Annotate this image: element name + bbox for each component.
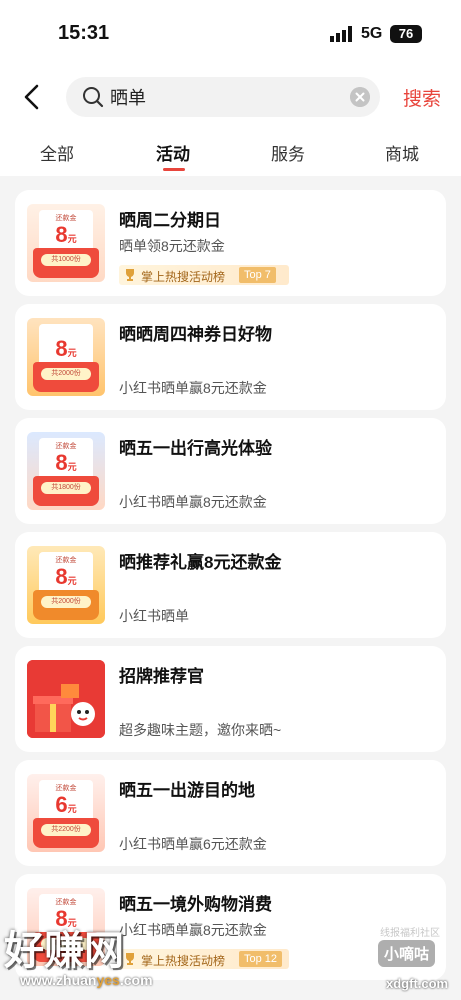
- gift-box-thumbnail: [27, 660, 105, 738]
- search-header: 搜索: [0, 66, 461, 128]
- search-box[interactable]: [66, 77, 380, 117]
- activity-thumbnail: 还款金 8元 共1000份: [27, 204, 105, 282]
- voucher-amount: 8元: [55, 222, 77, 247]
- voucher-amount: 8元: [55, 336, 77, 361]
- activity-title: 晒五一境外购物消费: [119, 895, 272, 914]
- watermark-url: www.zhuanyes.com: [20, 972, 153, 988]
- voucher-count: 共1000份: [41, 254, 91, 266]
- rank-text: 掌上热搜活动榜: [141, 270, 226, 284]
- tab-service[interactable]: 服务: [248, 140, 328, 165]
- activity-title: 晒推荐礼赢8元还款金: [119, 553, 282, 572]
- activity-title: 招牌推荐官: [119, 667, 204, 686]
- rank-badge[interactable]: 掌上热搜活动榜 Top 7: [119, 265, 289, 285]
- search-input[interactable]: [110, 77, 330, 117]
- voucher-amount: 8元: [55, 564, 77, 589]
- status-time: 15:31: [58, 22, 110, 44]
- activity-card[interactable]: 还款金 8元 共1000份 晒周二分期日 晒单领8元还款金 掌上热搜活动榜 To…: [15, 190, 446, 296]
- back-arrow-icon[interactable]: [20, 82, 46, 112]
- activity-description: 晒单领8元还款金: [119, 238, 225, 254]
- voucher-amount: 6元: [55, 792, 77, 817]
- activity-description: 超多趣味主题，邀你来晒~: [119, 722, 282, 738]
- activity-title: 晒周二分期日: [119, 211, 221, 230]
- tab-all[interactable]: 全部: [17, 140, 97, 165]
- activity-thumbnail: 还款金 8元 共2000份: [27, 546, 105, 624]
- category-tabs: 全部 活动 服务 商城: [0, 128, 461, 176]
- activity-card[interactable]: 招牌推荐官 超多趣味主题，邀你来晒~: [15, 646, 446, 752]
- activity-card[interactable]: 还款金 6元 共2200份 晒五一出游目的地 小红书晒单赢6元还款金: [15, 760, 446, 866]
- activity-card[interactable]: 8元 共2000份 晒晒周四神券日好物 小红书晒单赢8元还款金: [15, 304, 446, 410]
- signal-icon: [330, 26, 352, 42]
- rank-text: 掌上热搜活动榜: [141, 954, 226, 968]
- network-label: 5G: [361, 25, 383, 42]
- activity-thumbnail: 8元 共2000份: [27, 318, 105, 396]
- search-button[interactable]: 搜索: [403, 84, 441, 111]
- battery-indicator: 76: [390, 25, 422, 43]
- search-icon: [83, 87, 104, 108]
- voucher-amount: 8元: [55, 450, 77, 475]
- activity-description: 小红书晒单赢8元还款金: [119, 922, 267, 938]
- watermark-brand: 好赚网: [4, 928, 124, 974]
- watermark-tag: 线报福利社区: [380, 928, 440, 939]
- activity-description: 小红书晒单: [119, 608, 189, 624]
- active-tab-indicator: [163, 168, 185, 171]
- watermark-logo: 小嘀咕: [378, 940, 436, 967]
- rank-badge[interactable]: 掌上热搜活动榜 Top 12: [119, 949, 289, 969]
- rank-position: Top 7: [239, 267, 276, 283]
- rank-position: Top 12: [239, 951, 283, 967]
- clear-search-icon[interactable]: [350, 87, 370, 107]
- trophy-icon: [126, 269, 134, 281]
- watermark-site: xdgft.com: [386, 976, 449, 991]
- activity-title: 晒晒周四神券日好物: [119, 325, 272, 344]
- activity-description: 小红书晒单赢8元还款金: [119, 380, 267, 396]
- voucher-count: 共2000份: [41, 596, 91, 608]
- activity-description: 小红书晒单赢8元还款金: [119, 494, 267, 510]
- activity-thumbnail: 还款金 8元 共1800份: [27, 432, 105, 510]
- voucher-count: 共1800份: [41, 482, 91, 494]
- activity-title: 晒五一出行高光体验: [119, 439, 272, 458]
- activity-card[interactable]: 还款金 8元 共2000份 晒推荐礼赢8元还款金 小红书晒单: [15, 532, 446, 638]
- gift-box-icon: [27, 660, 105, 738]
- voucher-count: 共2200份: [41, 824, 91, 836]
- trophy-icon: [126, 953, 134, 965]
- activity-card[interactable]: 还款金 8元 共1800份 晒五一出行高光体验 小红书晒单赢8元还款金: [15, 418, 446, 524]
- activity-thumbnail: 还款金 6元 共2200份: [27, 774, 105, 852]
- tab-activity[interactable]: 活动: [133, 140, 213, 165]
- activity-description: 小红书晒单赢6元还款金: [119, 836, 267, 852]
- tab-mall[interactable]: 商城: [362, 140, 442, 165]
- activity-title: 晒五一出游目的地: [119, 781, 255, 800]
- status-bar: 15:31 5G 76: [0, 0, 461, 66]
- voucher-count: 共2000份: [41, 368, 91, 380]
